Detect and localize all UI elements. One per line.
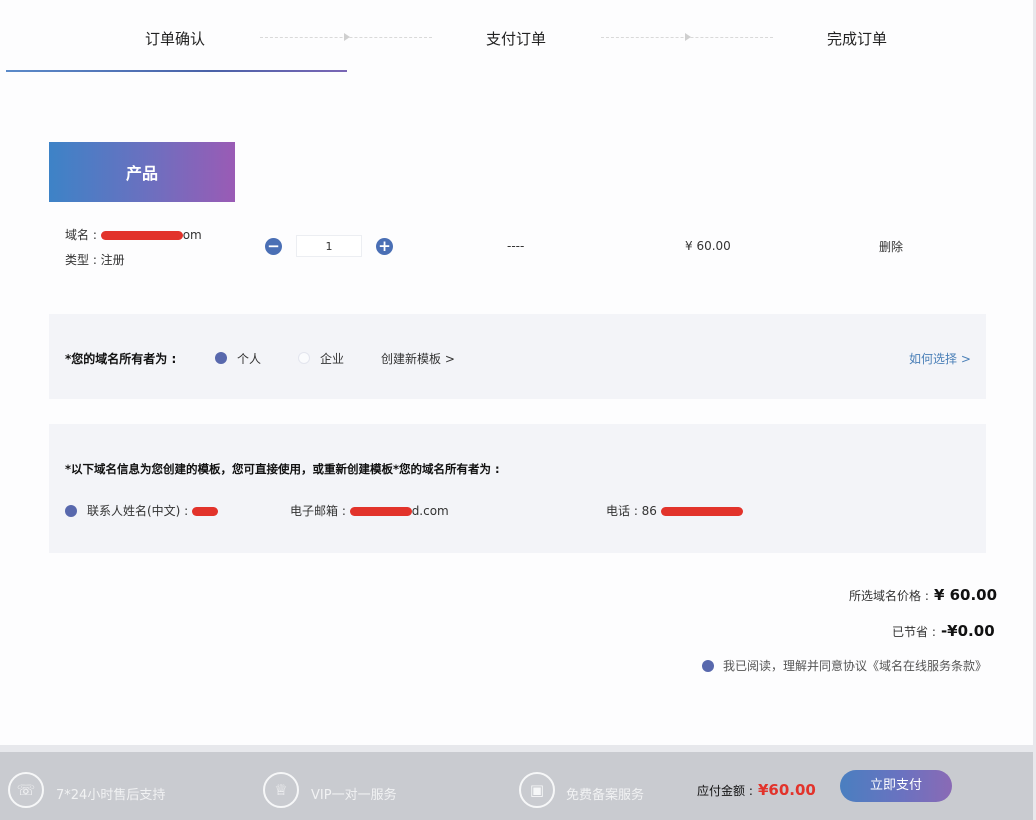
product-price: ¥ 60.00	[685, 239, 731, 253]
step-arrow	[260, 33, 432, 41]
redacted-email	[349, 507, 412, 516]
amount-due: 应付金额 : ¥60.00	[697, 780, 816, 799]
template-info-panel	[49, 424, 986, 553]
amount-due-label: 应付金额 :	[697, 784, 753, 798]
domain-type: 类型 : 注册	[65, 253, 125, 267]
agreement-checkbox[interactable]	[702, 660, 714, 672]
radio-company[interactable]	[298, 352, 310, 364]
crown-icon: ♕	[263, 772, 299, 808]
contact-name-label: 联系人姓名(中文) :	[87, 504, 189, 518]
arrow-right-icon	[685, 33, 691, 41]
active-step-indicator	[6, 70, 347, 72]
minus-icon: −	[267, 237, 280, 255]
create-template-link[interactable]: 创建新模板 >	[381, 350, 455, 367]
how-to-choose-link[interactable]: 如何选择 >	[909, 350, 971, 367]
years-value: ----	[507, 239, 525, 253]
email-suffix: d.com	[411, 504, 449, 518]
radio-company-label[interactable]: 企业	[320, 350, 344, 367]
step-arrow	[601, 33, 773, 41]
contact-name: 联系人姓名(中文) :	[87, 502, 219, 519]
saved-summary: 已节省 : -¥0.00	[892, 621, 995, 640]
agreement-text[interactable]: 我已阅读，理解并同意协议《域名在线服务条款》	[723, 657, 987, 674]
quantity-input[interactable]: 1	[296, 235, 362, 257]
pay-now-button[interactable]: 立即支付	[840, 770, 952, 802]
increase-quantity-button[interactable]: +	[376, 238, 393, 255]
template-radio[interactable]	[65, 505, 77, 517]
owner-label: *您的域名所有者为 :	[65, 352, 177, 366]
email: 电子邮箱 : d.com	[290, 502, 449, 519]
redacted-phone	[660, 507, 743, 516]
step-pay-order: 支付订单	[486, 30, 547, 48]
domain-suffix: om	[182, 228, 202, 242]
product-tab-label: 产品	[125, 164, 158, 183]
product-tab: 产品	[49, 142, 235, 202]
amount-due-value: ¥60.00	[757, 781, 816, 799]
domain-price-label: 所选域名价格 :	[849, 589, 929, 603]
decrease-quantity-button[interactable]: −	[265, 238, 282, 255]
step-complete-order: 完成订单	[827, 30, 888, 48]
radio-individual[interactable]	[215, 352, 227, 364]
saved-label: 已节省 :	[892, 625, 936, 639]
phone: 电话 : 86	[606, 502, 743, 519]
certificate-icon: ▣	[519, 772, 555, 808]
domain-name: 域名 : om	[65, 226, 202, 243]
step-order-confirm: 订单确认	[145, 30, 206, 48]
saved-value: -¥0.00	[940, 622, 995, 640]
radio-individual-label[interactable]: 个人	[237, 350, 261, 367]
template-info-title: *以下域名信息为您创建的模板，您可直接使用，或重新创建模板*您的域名所有者为 :	[65, 462, 500, 476]
feature-support: 7*24小时售后支持	[56, 788, 166, 803]
delete-button[interactable]: 删除	[879, 238, 903, 255]
domain-label: 域名 :	[65, 228, 97, 242]
redacted-contact-name	[192, 507, 219, 516]
phone-label: 电话 : 86	[606, 504, 657, 518]
redacted-domain	[100, 231, 183, 240]
domain-price-value: ¥ 60.00	[933, 586, 998, 604]
footer-divider	[0, 745, 1033, 752]
email-label: 电子邮箱 :	[290, 504, 346, 518]
owner-panel	[49, 314, 986, 399]
arrow-right-icon	[344, 33, 350, 41]
headset-icon: ☏	[8, 772, 44, 808]
domain-price-summary: 所选域名价格 : ¥ 60.00	[849, 585, 997, 604]
plus-icon: +	[378, 237, 391, 255]
feature-vip: VIP一对一服务	[311, 788, 397, 803]
feature-filing: 免费备案服务	[566, 788, 645, 803]
